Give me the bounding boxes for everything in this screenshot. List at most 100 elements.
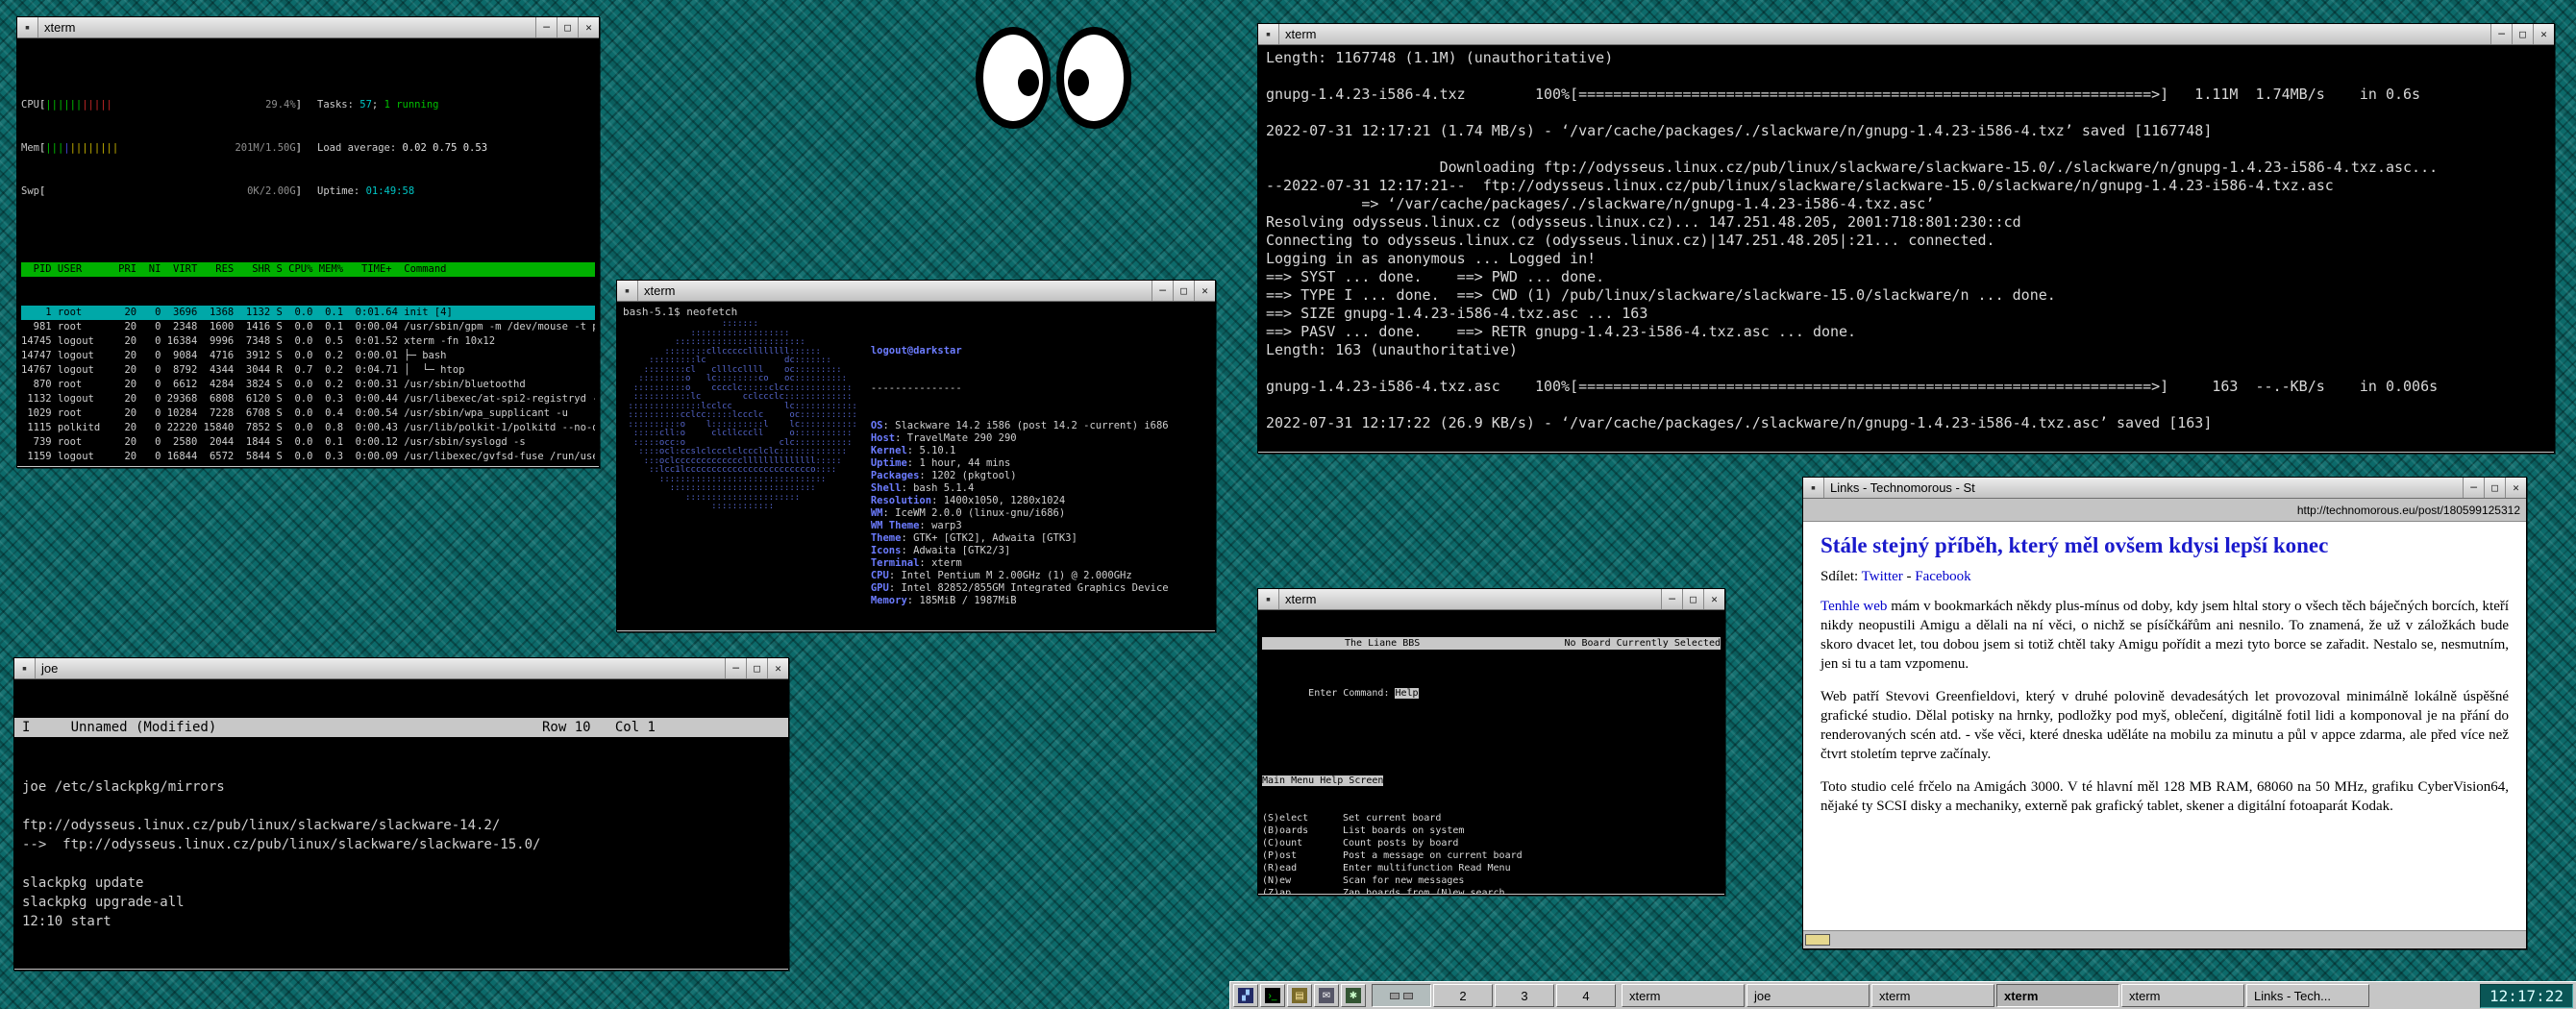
close-button[interactable]: ✕ — [767, 658, 788, 678]
maximize-icon: □ — [564, 21, 571, 34]
htop-process-row[interactable]: 739 root 20 0 2580 2044 1844 S 0.0 0.1 0… — [21, 435, 595, 450]
minimize-button[interactable]: ─ — [725, 658, 746, 678]
bbs-menu-item[interactable]: (Z)apZap boards from (N)ew search — [1262, 887, 1721, 894]
window-menu-button[interactable]: ▪ — [14, 658, 36, 678]
maximize-icon: □ — [2491, 481, 2498, 494]
minimize-button[interactable]: ─ — [535, 17, 557, 37]
info-label: Host — [871, 432, 895, 444]
maximize-button[interactable]: □ — [746, 658, 767, 678]
htop-process-row[interactable]: 870 root 20 0 6612 4284 3824 S 0.0 0.2 0… — [21, 378, 595, 392]
close-button[interactable]: ✕ — [2505, 478, 2526, 498]
article-inline-link[interactable]: Tenhle web — [1821, 599, 1887, 614]
htop-column-header[interactable]: PID USER PRI NI VIRT RES SHR S CPU% MEM%… — [21, 262, 595, 277]
taskbar-task-xterm[interactable]: xterm — [1996, 984, 2119, 1007]
info-label: Kernel — [871, 445, 907, 456]
bbs-menu-item[interactable]: (P)ostPost a message on current board — [1262, 849, 1721, 862]
htop-process-row[interactable]: 1 root 20 0 3696 1368 1132 S 0.0 0.1 0:0… — [21, 306, 595, 320]
taskbar-mail-icon-button[interactable]: ✉ — [1314, 984, 1339, 1007]
workspace-button-2[interactable]: 2 — [1433, 984, 1493, 1007]
bbs-terminal[interactable]: The Liane BBS No Board Currently Selecte… — [1258, 610, 1724, 894]
bbs-command-input[interactable]: Help — [1395, 688, 1418, 699]
window-title: joe — [36, 658, 725, 678]
status-indicator-icon — [1805, 934, 1830, 946]
taskbar-files-icon-button[interactable]: ▤ — [1287, 984, 1312, 1007]
bbs-command-line[interactable]: Enter Command: Help — [1262, 675, 1721, 712]
htop-terminal[interactable]: CPU[|||||||||||29.4%] Mem[||||||||||||20… — [17, 38, 599, 466]
neofetch-info-line: Shell: bash 5.1.4 — [871, 482, 1169, 495]
bbs-menu-item[interactable]: (N)ewScan for new messages — [1262, 874, 1721, 887]
mail-icon: ✉ — [1319, 988, 1334, 1003]
htop-process-row[interactable]: 14747 logout 20 0 9084 4716 3912 S 0.0 0… — [21, 349, 595, 363]
taskbar-task-xterm[interactable]: xterm — [1622, 984, 1745, 1007]
taskbar-settings-icon-button[interactable]: ✱ — [1341, 984, 1366, 1007]
menu-description: Post a message on current board — [1343, 850, 1523, 861]
taskbar-clock[interactable]: 12:17:22 — [2480, 984, 2573, 1008]
titlebar[interactable]: ▪ xterm ─ □ ✕ — [617, 281, 1215, 302]
article-paragraph: Tenhle web mám v bookmarkách někdy plus-… — [1821, 597, 2509, 674]
maximize-button[interactable]: □ — [2512, 24, 2533, 44]
joe-terminal[interactable]: I Unnamed (Modified) Row 10 Col 1 joe /e… — [14, 679, 788, 969]
maximize-button[interactable]: □ — [1682, 589, 1703, 609]
htop-process-row[interactable]: 981 root 20 0 2348 1600 1416 S 0.0 0.1 0… — [21, 320, 595, 334]
maximize-button[interactable]: □ — [2484, 478, 2505, 498]
wget-terminal[interactable]: Length: 1167748 (1.1M) (unauthoritative)… — [1258, 45, 2554, 452]
minimize-button[interactable]: ─ — [2463, 478, 2484, 498]
bbs-menu-item[interactable]: (R)eadEnter multifunction Read Menu — [1262, 862, 1721, 874]
titlebar[interactable]: ▪ xterm ─ □ ✕ — [1258, 24, 2554, 45]
facebook-link[interactable]: Facebook — [1915, 569, 1970, 584]
htop-process-row[interactable]: 1132 logout 20 0 29368 6808 6120 S 0.0 0… — [21, 392, 595, 406]
window-menu-button[interactable]: ▪ — [1803, 478, 1824, 498]
bbs-menu-item[interactable]: (S)electSet current board — [1262, 812, 1721, 824]
terminal-line — [1266, 67, 2546, 86]
info-value: 1 hour, 44 mins — [919, 457, 1010, 469]
htop-process-row[interactable]: 1029 root 20 0 10284 7228 6708 S 0.0 0.4… — [21, 406, 595, 421]
taskbar-terminal-icon-button[interactable]: ›_ — [1260, 984, 1285, 1007]
htop-process-row[interactable]: 14745 logout 20 0 16384 9996 7348 S 0.0 … — [21, 334, 595, 349]
close-button[interactable]: ✕ — [578, 17, 599, 37]
titlebar[interactable]: ▪ Links - Technomorous - St ─ □ ✕ — [1803, 478, 2526, 499]
workspace-button-4[interactable]: 4 — [1556, 984, 1616, 1007]
close-button[interactable]: ✕ — [1194, 281, 1215, 301]
neofetch-info-line: CPU: Intel Pentium M 2.00GHz (1) @ 2.000… — [871, 570, 1169, 582]
info-value: xterm — [931, 557, 962, 569]
menu-key: (R)ead — [1262, 862, 1343, 874]
titlebar[interactable]: ▪ xterm ─ □ ✕ — [1258, 589, 1724, 610]
htop-process-row[interactable]: 1056 root 20 0 4440 2572 2340 S 0.0 0.1 … — [21, 464, 595, 466]
article-heading: Stále stejný příběh, který měl ovšem kdy… — [1821, 531, 2509, 559]
htop-process-row[interactable]: 1115 polkitd 20 0 22220 15840 7852 S 0.0… — [21, 421, 595, 435]
twitter-link[interactable]: Twitter — [1862, 569, 1903, 584]
taskbar-task-links-tech[interactable]: Links - Tech... — [2246, 984, 2369, 1007]
maximize-button[interactable]: □ — [1173, 281, 1194, 301]
window-menu-button[interactable]: ▪ — [17, 17, 38, 37]
terminal-line — [1266, 104, 2546, 122]
taskbar-task-joe[interactable]: joe — [1746, 984, 1870, 1007]
info-label: Terminal — [871, 557, 920, 569]
neofetch-terminal[interactable]: bash-5.1$ neofetch ::::::: :::::::::::::… — [617, 302, 1215, 630]
minimize-button[interactable]: ─ — [1661, 589, 1682, 609]
info-label: Theme — [871, 532, 902, 544]
taskbar-task-xterm[interactable]: xterm — [1871, 984, 1994, 1007]
close-button[interactable]: ✕ — [2533, 24, 2554, 44]
workspace-button-3[interactable]: 3 — [1495, 984, 1554, 1007]
htop-process-row[interactable]: 14767 logout 20 0 8792 4344 3044 R 0.7 0… — [21, 363, 595, 378]
window-menu-button[interactable]: ▪ — [1258, 24, 1279, 44]
titlebar[interactable]: ▪ joe ─ □ ✕ — [14, 658, 788, 679]
taskbar-task-xterm[interactable]: xterm — [2121, 984, 2244, 1007]
editor-text[interactable]: joe /etc/slackpkg/mirrors ftp://odysseus… — [14, 775, 788, 933]
minimize-button[interactable]: ─ — [2490, 24, 2512, 44]
workspace-button-1[interactable] — [1372, 984, 1431, 1007]
taskbar-icewm-menu-icon-button[interactable]: ▞ — [1233, 984, 1258, 1007]
htop-process-row[interactable]: 1159 logout 20 0 16844 6572 5844 S 0.0 0… — [21, 450, 595, 464]
links-url-bar[interactable]: http://technomorous.eu/post/180599125312 — [1803, 499, 2526, 522]
maximize-button[interactable]: □ — [557, 17, 578, 37]
bbs-menu-item[interactable]: (C)ountCount posts by board — [1262, 837, 1721, 849]
window-menu-button[interactable]: ▪ — [617, 281, 638, 301]
close-button[interactable]: ✕ — [1703, 589, 1724, 609]
xeyes[interactable] — [976, 27, 1131, 129]
titlebar[interactable]: ▪ xterm ─ □ ✕ — [17, 17, 599, 38]
maximize-icon: □ — [1180, 284, 1187, 297]
bbs-menu-item[interactable]: (B)oardsList boards on system — [1262, 824, 1721, 837]
minimize-button[interactable]: ─ — [1152, 281, 1173, 301]
window-menu-button[interactable]: ▪ — [1258, 589, 1279, 609]
terminal-line: Length: 1167748 (1.1M) (unauthoritative) — [1266, 49, 2546, 67]
